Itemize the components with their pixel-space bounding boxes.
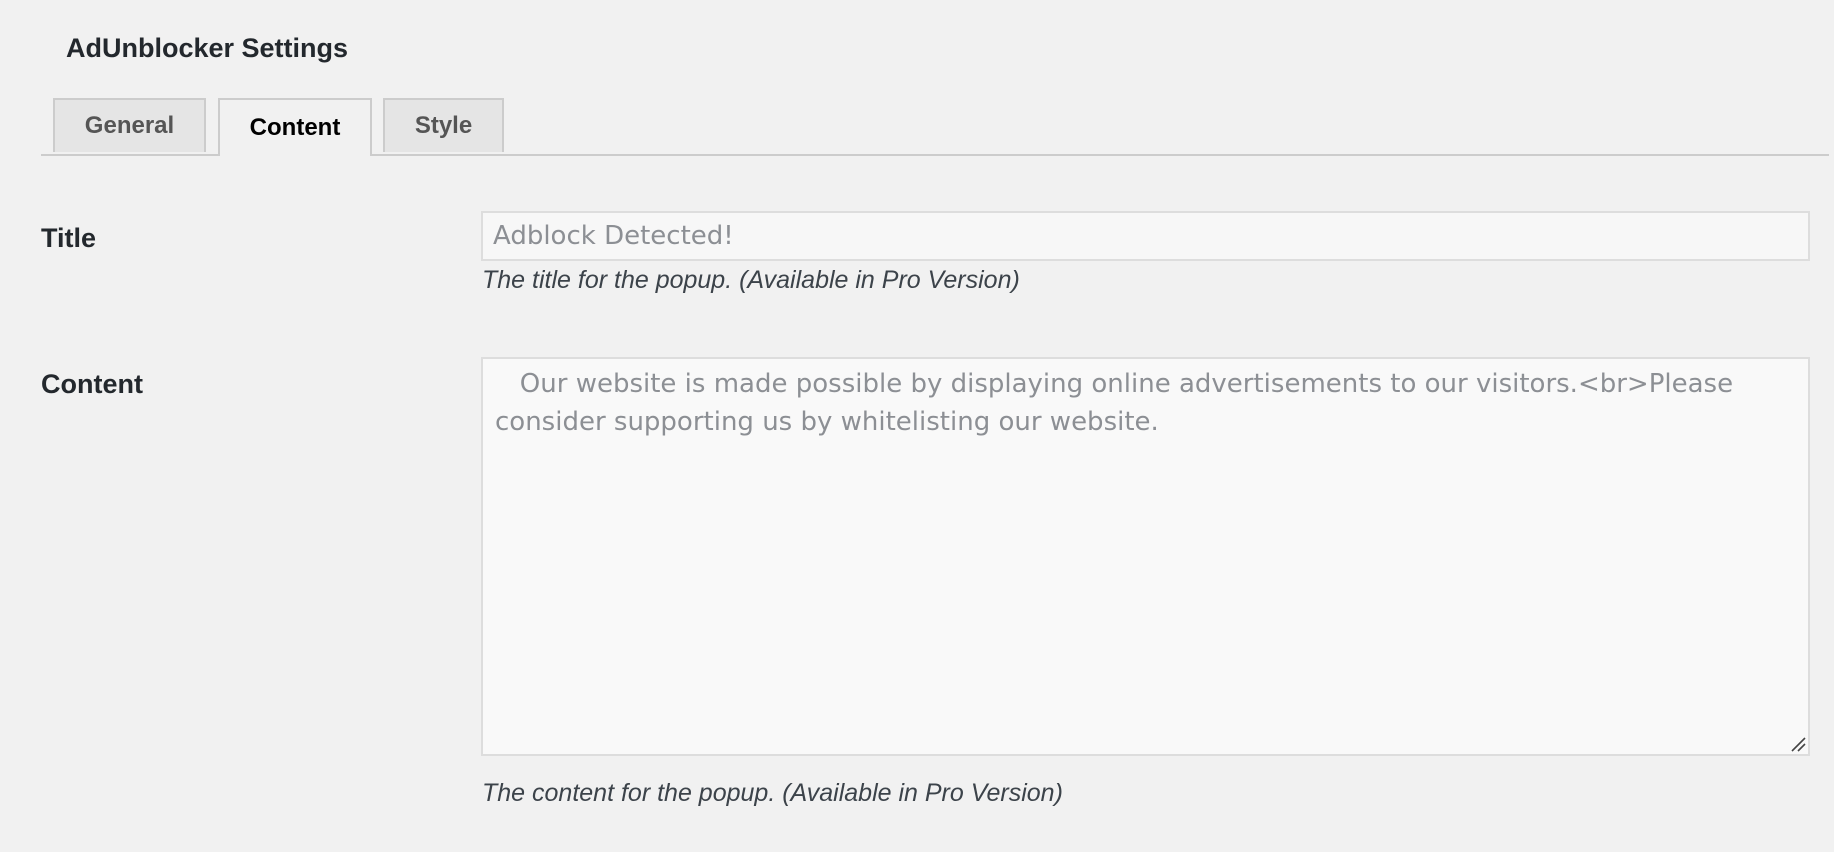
tab-style[interactable]: Style xyxy=(383,98,504,152)
content-textarea-wrapper: Our website is made possible by displayi… xyxy=(481,357,1810,756)
tab-content[interactable]: Content xyxy=(218,98,372,156)
content-field-label: Content xyxy=(41,369,143,399)
content-description: The content for the popup. (Available in… xyxy=(482,779,1063,807)
title-description: The title for the popup. (Available in P… xyxy=(482,266,1020,294)
title-field-label: Title xyxy=(41,223,97,253)
tab-general[interactable]: General xyxy=(53,98,206,152)
title-input[interactable] xyxy=(481,211,1810,261)
settings-page: AdUnblocker Settings General Content Sty… xyxy=(0,0,1834,852)
content-textarea[interactable]: Our website is made possible by displayi… xyxy=(481,357,1810,756)
settings-tabs: General Content Style xyxy=(41,98,1829,156)
page-title: AdUnblocker Settings xyxy=(66,33,349,63)
resize-handle-icon[interactable] xyxy=(1790,736,1806,752)
